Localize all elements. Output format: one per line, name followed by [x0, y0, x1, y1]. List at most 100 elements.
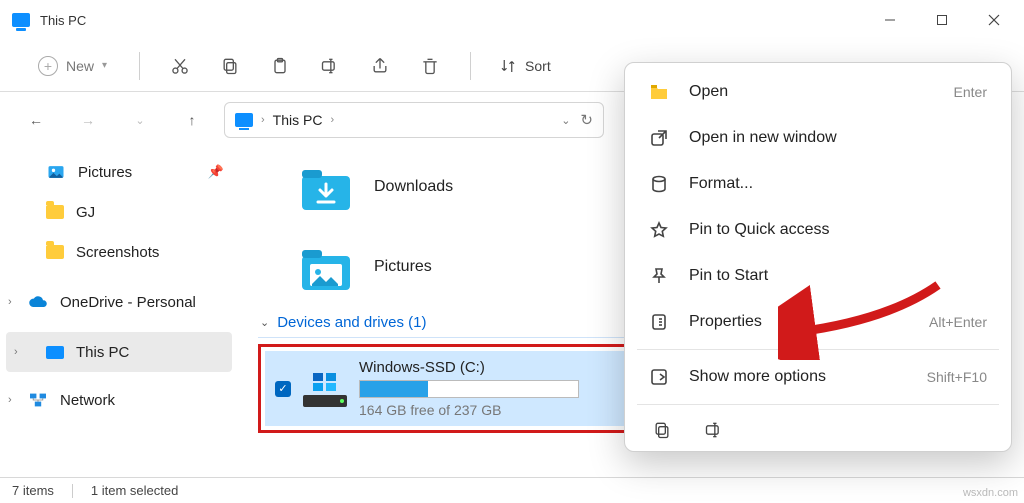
pictures-icon [46, 162, 66, 182]
sidebar-item-screenshots[interactable]: Screenshots [0, 232, 238, 272]
ctx-label: Pin to Start [689, 267, 768, 285]
paste-button[interactable] [258, 44, 302, 88]
folder-open-icon [649, 83, 669, 101]
sidebar-item-pictures[interactable]: Pictures 📌 [0, 152, 238, 192]
ctx-label: Format... [689, 175, 753, 193]
more-icon [649, 368, 669, 386]
chevron-right-icon: › [261, 114, 265, 126]
address-bar[interactable]: › This PC › ⌄ ↻ [224, 102, 604, 138]
ctx-shortcut: Shift+F10 [927, 369, 987, 385]
recent-button[interactable]: ⌄ [120, 100, 160, 140]
chevron-down-icon: ▾ [102, 60, 107, 71]
context-menu: Open Enter Open in new window Format... … [624, 62, 1012, 452]
format-icon [649, 175, 669, 193]
breadcrumb-root[interactable]: This PC [273, 112, 323, 128]
minimize-button[interactable] [864, 0, 916, 40]
close-button[interactable] [968, 0, 1020, 40]
ctx-icon-row [625, 409, 1011, 445]
rename-button[interactable] [308, 44, 352, 88]
monitor-icon [12, 13, 30, 27]
downloads-icon [298, 162, 354, 212]
ctx-shortcut: Alt+Enter [929, 314, 987, 330]
folder-icon [46, 245, 64, 259]
network-icon [28, 392, 48, 408]
pin-icon: 📌 [208, 164, 224, 180]
drive-icon [303, 371, 347, 407]
drive-capacity-bar [359, 380, 579, 398]
statusbar: 7 items 1 item selected [0, 477, 1024, 503]
ctx-open[interactable]: Open Enter [625, 69, 1011, 115]
share-button[interactable] [358, 44, 402, 88]
folder-icon [46, 205, 64, 219]
maximize-button[interactable] [916, 0, 968, 40]
new-label: New [66, 58, 94, 74]
ctx-label: Properties [689, 313, 762, 331]
titlebar: This PC [0, 0, 1024, 40]
monitor-icon [46, 346, 64, 359]
status-selected: 1 item selected [91, 483, 178, 498]
sidebar-item-label: Screenshots [76, 244, 159, 261]
cloud-icon [28, 294, 48, 310]
sidebar-item-thispc[interactable]: › This PC [6, 332, 232, 372]
annotation-highlight: ✓ Windows-SSD (C:) 164 GB free of 237 GB [258, 344, 648, 433]
sidebar-item-label: This PC [76, 344, 129, 361]
chevron-right-icon: › [330, 114, 334, 126]
sort-button[interactable]: Sort [489, 51, 561, 81]
chevron-down-icon[interactable]: ⌄ [561, 114, 570, 127]
sidebar-item-label: OneDrive - Personal [60, 294, 196, 311]
ctx-format[interactable]: Format... [625, 161, 1011, 207]
ctx-shortcut: Enter [954, 84, 987, 100]
cut-button[interactable] [158, 44, 202, 88]
pin-icon [649, 267, 669, 285]
drive-checkbox[interactable]: ✓ [275, 381, 291, 397]
up-button[interactable]: ↑ [172, 100, 212, 140]
ctx-properties[interactable]: Properties Alt+Enter [625, 299, 1011, 345]
new-button[interactable]: + New ▾ [24, 50, 121, 82]
ctx-pin-start[interactable]: Pin to Start [625, 253, 1011, 299]
status-item-count: 7 items [12, 483, 54, 498]
rename-icon[interactable] [701, 417, 727, 443]
back-button[interactable]: ← [16, 100, 56, 140]
folder-label: Downloads [374, 178, 453, 196]
drive-info: Windows-SSD (C:) 164 GB free of 237 GB [359, 359, 631, 418]
sidebar-item-label: GJ [76, 204, 95, 221]
refresh-button[interactable]: ↻ [580, 111, 593, 129]
chevron-right-icon[interactable]: › [8, 394, 12, 406]
properties-icon [649, 313, 669, 331]
sidebar-item-network[interactable]: › Network [0, 380, 238, 420]
chevron-right-icon[interactable]: › [14, 346, 18, 358]
drive-free-text: 164 GB free of 237 GB [359, 402, 631, 418]
star-icon [649, 221, 669, 239]
ctx-pin-quick[interactable]: Pin to Quick access [625, 207, 1011, 253]
chevron-right-icon[interactable]: › [8, 296, 12, 308]
delete-button[interactable] [408, 44, 452, 88]
window-title: This PC [40, 13, 86, 28]
folder-label: Pictures [374, 258, 432, 276]
ctx-label: Open in new window [689, 129, 837, 147]
ctx-label: Pin to Quick access [689, 221, 830, 239]
section-label: Devices and drives (1) [277, 314, 426, 331]
sidebar-item-label: Network [60, 392, 115, 409]
monitor-icon [235, 113, 253, 127]
plus-circle-icon: + [38, 56, 58, 76]
ctx-more-options[interactable]: Show more options Shift+F10 [625, 354, 1011, 400]
sort-label: Sort [525, 58, 551, 74]
sidebar: Pictures 📌 GJ Screenshots › OneDrive - P… [0, 148, 238, 477]
ctx-label: Show more options [689, 368, 826, 386]
watermark: wsxdn.com [963, 487, 1018, 499]
window-controls [864, 0, 1020, 40]
drive-item[interactable]: ✓ Windows-SSD (C:) 164 GB free of 237 GB [265, 351, 641, 426]
copy-icon[interactable] [649, 417, 675, 443]
copy-button[interactable] [208, 44, 252, 88]
sidebar-item-onedrive[interactable]: › OneDrive - Personal [0, 282, 238, 322]
sort-icon [499, 57, 517, 75]
drive-name: Windows-SSD (C:) [359, 359, 631, 376]
ctx-label: Open [689, 83, 728, 101]
new-window-icon [649, 129, 669, 147]
ctx-open-new-window[interactable]: Open in new window [625, 115, 1011, 161]
chevron-down-icon: ⌄ [260, 316, 269, 329]
sidebar-item-label: Pictures [78, 164, 132, 181]
pictures-icon [298, 242, 354, 292]
sidebar-item-gj[interactable]: GJ [0, 192, 238, 232]
forward-button[interactable]: → [68, 100, 108, 140]
